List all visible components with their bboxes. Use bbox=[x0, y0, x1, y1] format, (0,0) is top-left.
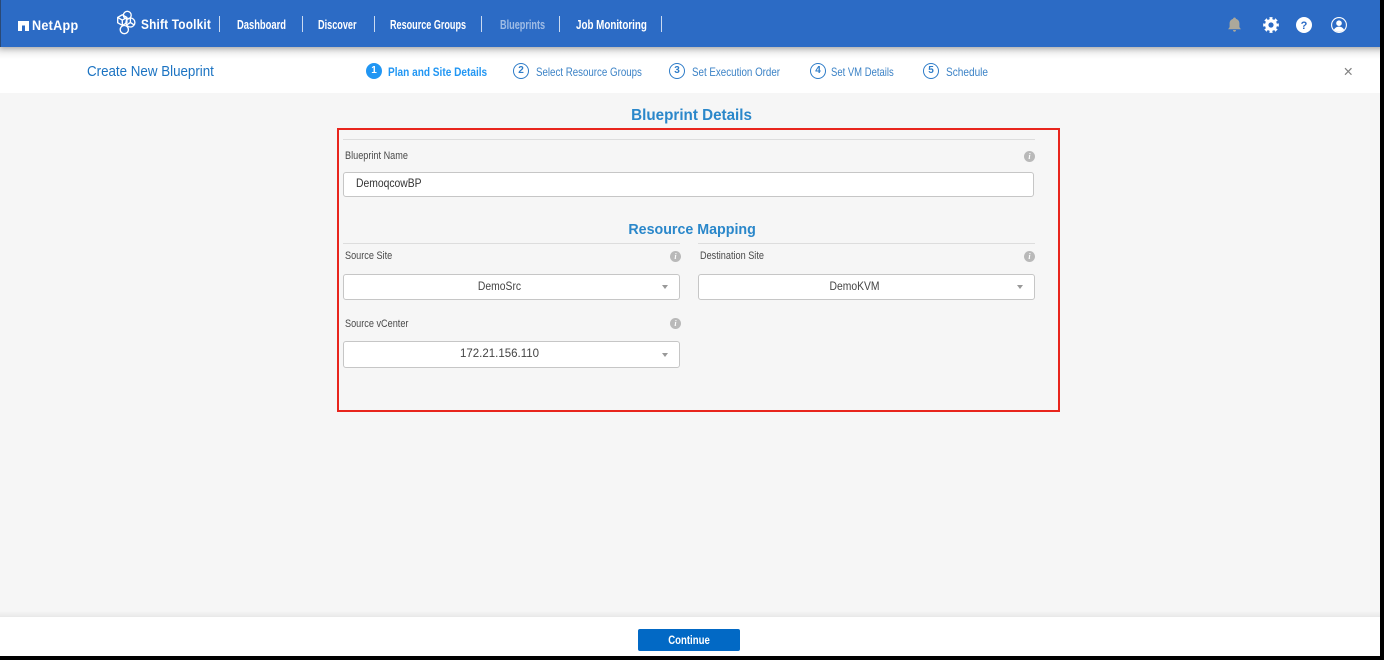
svg-text:?: ? bbox=[1301, 20, 1308, 32]
